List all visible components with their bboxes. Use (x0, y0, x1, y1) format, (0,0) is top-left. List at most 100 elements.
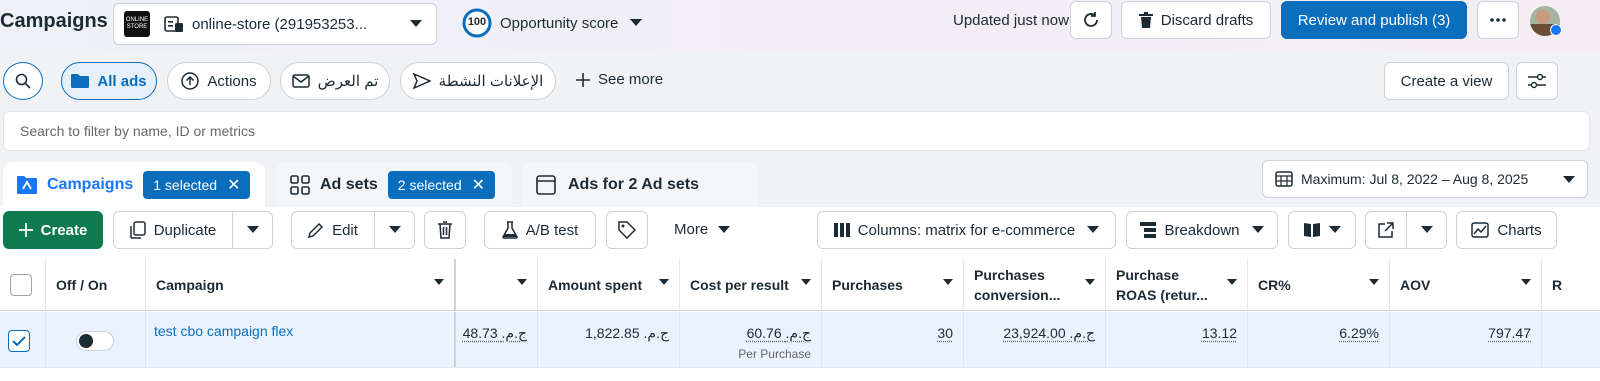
chevron-down-icon (718, 225, 731, 234)
create-view-label: Create a view (1400, 72, 1493, 90)
roas-cell: 13.12 (1106, 312, 1248, 367)
cost-per-result-cell: 60.76 ج.م.‏ Per Purchase (680, 312, 822, 367)
header-aov[interactable]: AOV (1390, 259, 1542, 311)
search-button[interactable] (3, 62, 43, 100)
tab-campaigns[interactable]: Campaigns 1 selected ✕ (3, 162, 265, 207)
header-roas-line1: Purchase (1116, 267, 1180, 283)
more-button[interactable]: More (674, 221, 731, 238)
tab-ads[interactable]: Ads for 2 Ad sets (522, 162, 758, 207)
export-dropdown[interactable] (1406, 211, 1447, 249)
see-more-label: See more (598, 71, 664, 88)
sort-caret-icon (659, 279, 669, 286)
header-purchases-conversion-line1: Purchases (974, 267, 1045, 283)
tag-button[interactable] (606, 211, 648, 249)
charts-button[interactable]: Charts (1456, 211, 1557, 249)
purchases-cell: 30 (822, 312, 964, 367)
header-cost-per-result[interactable]: Cost per result (680, 259, 822, 311)
results-cell: 48.73 ج.م.‏ (456, 312, 538, 367)
columns-button[interactable]: Columns: matrix for e-commerce (817, 211, 1116, 249)
page-title: Campaigns (0, 10, 108, 32)
arrow-up-circle-icon (181, 72, 200, 90)
ad-window-icon (536, 174, 556, 195)
search-input[interactable] (4, 112, 1589, 150)
sort-caret-icon (434, 279, 444, 286)
table-row[interactable]: test cbo campaign flex 48.73 ج.م.‏ 1,822… (0, 312, 1600, 367)
header-campaign-label: Campaign (156, 277, 224, 293)
header-amount-spent[interactable]: Amount spent (538, 259, 680, 311)
row-select-cell[interactable] (0, 312, 46, 367)
opportunity-score-button[interactable]: 100 Opportunity score (462, 7, 643, 39)
duplicate-icon (129, 221, 146, 239)
header-aov-label: AOV (1400, 277, 1431, 293)
amount-spent-value: 1,822.85 ج.م.‏ (585, 325, 669, 341)
header-off-on-label: Off / On (56, 277, 108, 293)
header-next-column[interactable]: R (1542, 259, 1600, 311)
table-footer-edge (0, 367, 1600, 381)
discard-drafts-label: Discard drafts (1160, 11, 1254, 29)
more-options-button[interactable] (1477, 1, 1519, 39)
ab-test-label: A/B test (525, 221, 579, 239)
sort-caret-icon (1521, 279, 1531, 286)
row-checkbox[interactable] (8, 330, 30, 352)
breakdown-label: Breakdown (1164, 221, 1240, 239)
filter-actions[interactable]: Actions (167, 62, 271, 100)
header-select-all[interactable] (0, 259, 46, 311)
header-next-column-label: R (1552, 277, 1563, 293)
duplicate-button[interactable]: Duplicate (113, 211, 233, 249)
see-more-button[interactable]: See more (576, 71, 663, 88)
header-purchases-label: Purchases (832, 277, 903, 293)
tab-ads-label: Ads for 2 Ad sets (568, 175, 699, 193)
close-icon[interactable]: ✕ (472, 175, 485, 195)
edit-dropdown[interactable] (374, 211, 415, 249)
review-publish-button[interactable]: Review and publish (3) (1281, 1, 1467, 39)
header-purchases-conversion[interactable]: Purchases conversion... (964, 259, 1106, 311)
account-selector[interactable]: ONLINE STORE online-store (291953253... (113, 3, 437, 45)
date-range-picker[interactable]: Maximum: Jul 8, 2022 – Aug 8, 2025 (1262, 160, 1588, 198)
ab-test-button[interactable]: A/B test (484, 211, 596, 249)
close-icon[interactable]: ✕ (227, 175, 240, 195)
header-campaign[interactable]: Campaign (146, 259, 456, 311)
sliders-icon (1528, 73, 1546, 89)
columns-label: Columns: matrix for e-commerce (857, 221, 1076, 239)
header-off-on[interactable]: Off / On (46, 259, 146, 311)
opportunity-score-value: 100 (467, 16, 487, 28)
select-all-checkbox[interactable] (10, 274, 32, 296)
export-button[interactable] (1365, 211, 1407, 249)
breakdown-button[interactable]: Breakdown (1126, 211, 1278, 249)
filter-active-ads[interactable]: الإعلانات النشطة (400, 62, 556, 100)
refresh-button[interactable] (1070, 1, 1112, 39)
campaign-name-link[interactable]: test cbo campaign flex (154, 323, 293, 339)
sort-caret-icon (1085, 279, 1095, 286)
adsets-selected-badge[interactable]: 2 selected ✕ (387, 170, 496, 199)
trash-icon (437, 221, 453, 239)
chart-icon (1471, 222, 1490, 238)
delete-button[interactable] (424, 211, 466, 249)
campaign-name-cell[interactable]: test cbo campaign flex (146, 312, 456, 367)
filter-shown[interactable]: تم العرض (280, 62, 390, 100)
discard-drafts-button[interactable]: Discard drafts (1121, 1, 1271, 39)
header-results-column[interactable] (456, 259, 538, 311)
duplicate-dropdown[interactable] (232, 211, 273, 249)
chevron-down-icon (1329, 226, 1341, 234)
create-button[interactable]: Create (3, 211, 103, 249)
reports-button[interactable] (1288, 211, 1356, 249)
on-off-toggle[interactable] (76, 331, 114, 351)
create-view-button[interactable]: Create a view (1384, 62, 1509, 100)
filter-settings-button[interactable] (1516, 62, 1558, 100)
campaigns-selected-badge[interactable]: 1 selected ✕ (143, 170, 251, 199)
tab-ad-sets-label: Ad sets (320, 175, 378, 193)
chevron-down-icon (1420, 226, 1433, 234)
search-filter-bar[interactable] (3, 111, 1590, 151)
tab-ad-sets[interactable]: Ad sets 2 selected ✕ (276, 162, 512, 207)
plus-icon (18, 223, 33, 237)
toggle-cell[interactable] (46, 312, 146, 367)
header-purchase-roas[interactable]: Purchase ROAS (retur... (1106, 259, 1248, 311)
header-purchases[interactable]: Purchases (822, 259, 964, 311)
tab-campaigns-label: Campaigns (47, 175, 134, 193)
filter-all-ads[interactable]: All ads (61, 62, 157, 100)
campaign-table: Off / On Campaign Amount spent Cost per … (0, 259, 1600, 381)
header-cr[interactable]: CR% (1248, 259, 1390, 311)
edit-button[interactable]: Edit (291, 211, 375, 249)
envelope-icon (291, 74, 310, 88)
facebook-badge-icon (1550, 24, 1562, 36)
